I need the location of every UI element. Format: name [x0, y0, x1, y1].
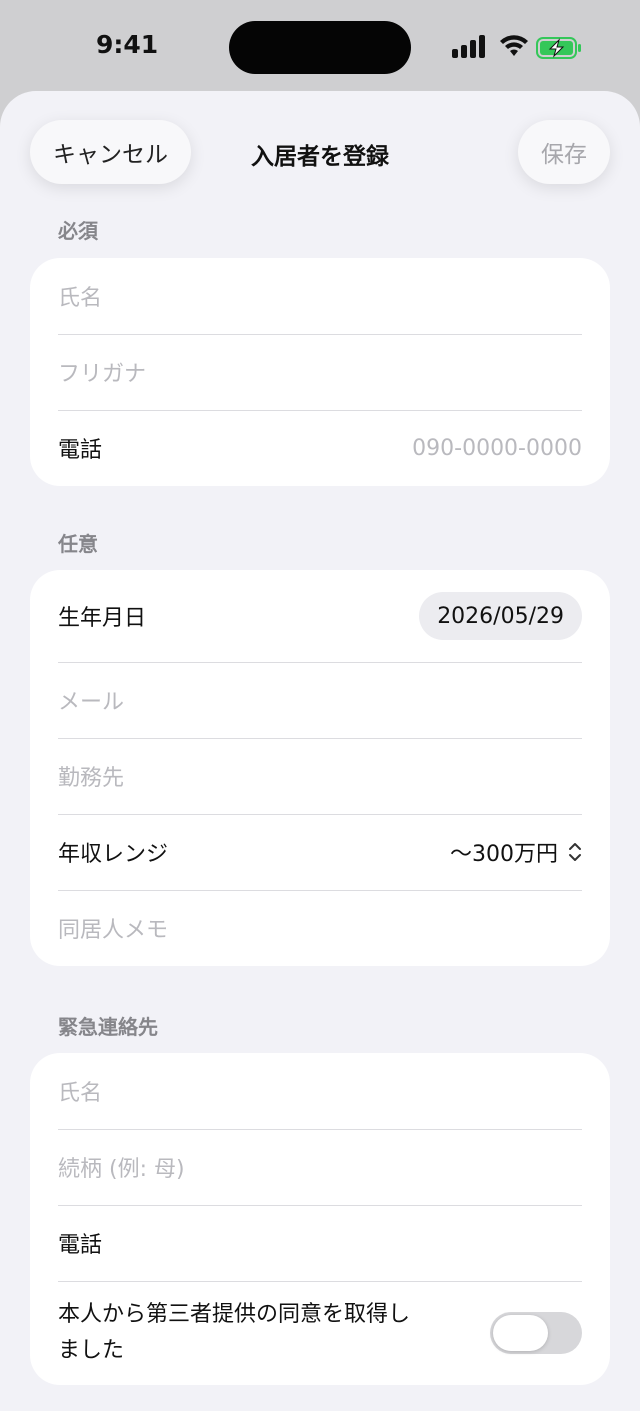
emergency-name-field[interactable]: 氏名 — [30, 1053, 610, 1129]
birthday-label: 生年月日 — [58, 606, 147, 631]
status-bar: 9:41 — [0, 0, 640, 92]
income-label: 年収レンジ — [58, 842, 169, 867]
cohabitant-field[interactable]: 同居人メモ — [30, 890, 610, 966]
birthday-row: 生年月日 2026/05/29 — [30, 570, 610, 662]
phone-label: 電話 — [58, 438, 103, 463]
consent-label: 本人から第三者提供の同意を取得しました — [58, 1302, 411, 1363]
status-time: 9:41 — [96, 30, 159, 59]
workplace-field[interactable]: 勤務先 — [30, 738, 610, 814]
cellular-signal-icon — [452, 34, 488, 58]
email-placeholder: メール — [58, 690, 125, 715]
kana-field[interactable]: フリガナ — [30, 334, 610, 410]
income-picker[interactable]: 〜300万円 — [450, 836, 582, 868]
income-value: 〜300万円 — [450, 842, 558, 867]
emergency-phone-field[interactable]: 電話 — [30, 1205, 610, 1281]
consent-row: 本人から第三者提供の同意を取得しました — [30, 1281, 610, 1385]
section-label-required: 必須 — [58, 219, 98, 243]
emergency-card: 氏名 続柄 (例: 母) 電話 本人から第三者提供の同意を取得しました — [30, 1053, 610, 1385]
relation-field[interactable]: 続柄 (例: 母) — [30, 1129, 610, 1205]
relation-placeholder: 続柄 (例: 母) — [58, 1157, 185, 1182]
save-button[interactable]: 保存 — [518, 120, 610, 184]
cohabitant-placeholder: 同居人メモ — [58, 918, 169, 943]
consent-toggle[interactable] — [490, 1312, 582, 1354]
name-placeholder: 氏名 — [58, 286, 103, 311]
kana-placeholder: フリガナ — [58, 362, 147, 387]
toggle-knob — [493, 1315, 548, 1351]
dynamic-island — [229, 21, 411, 74]
income-range-row[interactable]: 年収レンジ 〜300万円 — [30, 814, 610, 890]
phone-placeholder: 090-0000-0000 — [412, 435, 582, 461]
birthday-date-picker[interactable]: 2026/05/29 — [419, 592, 582, 640]
section-label-optional: 任意 — [58, 532, 98, 556]
register-sheet: キャンセル 入居者を登録 保存 必須 氏名 フリガナ 電話 090-0000-0… — [0, 91, 640, 1411]
battery-charging-icon — [536, 37, 581, 59]
name-field[interactable]: 氏名 — [30, 258, 610, 334]
wifi-icon — [500, 35, 528, 56]
emergency-phone-label: 電話 — [58, 1233, 103, 1258]
optional-card: 生年月日 2026/05/29 メール 勤務先 年収レンジ 〜300万円 同居人… — [30, 570, 610, 966]
phone-field[interactable]: 電話 090-0000-0000 — [30, 410, 610, 486]
workplace-placeholder: 勤務先 — [58, 766, 125, 791]
section-label-emergency: 緊急連絡先 — [58, 1015, 158, 1039]
email-field[interactable]: メール — [30, 662, 610, 738]
required-card: 氏名 フリガナ 電話 090-0000-0000 — [30, 258, 610, 486]
chevron-up-down-icon — [569, 843, 581, 861]
emergency-name-placeholder: 氏名 — [58, 1081, 103, 1106]
